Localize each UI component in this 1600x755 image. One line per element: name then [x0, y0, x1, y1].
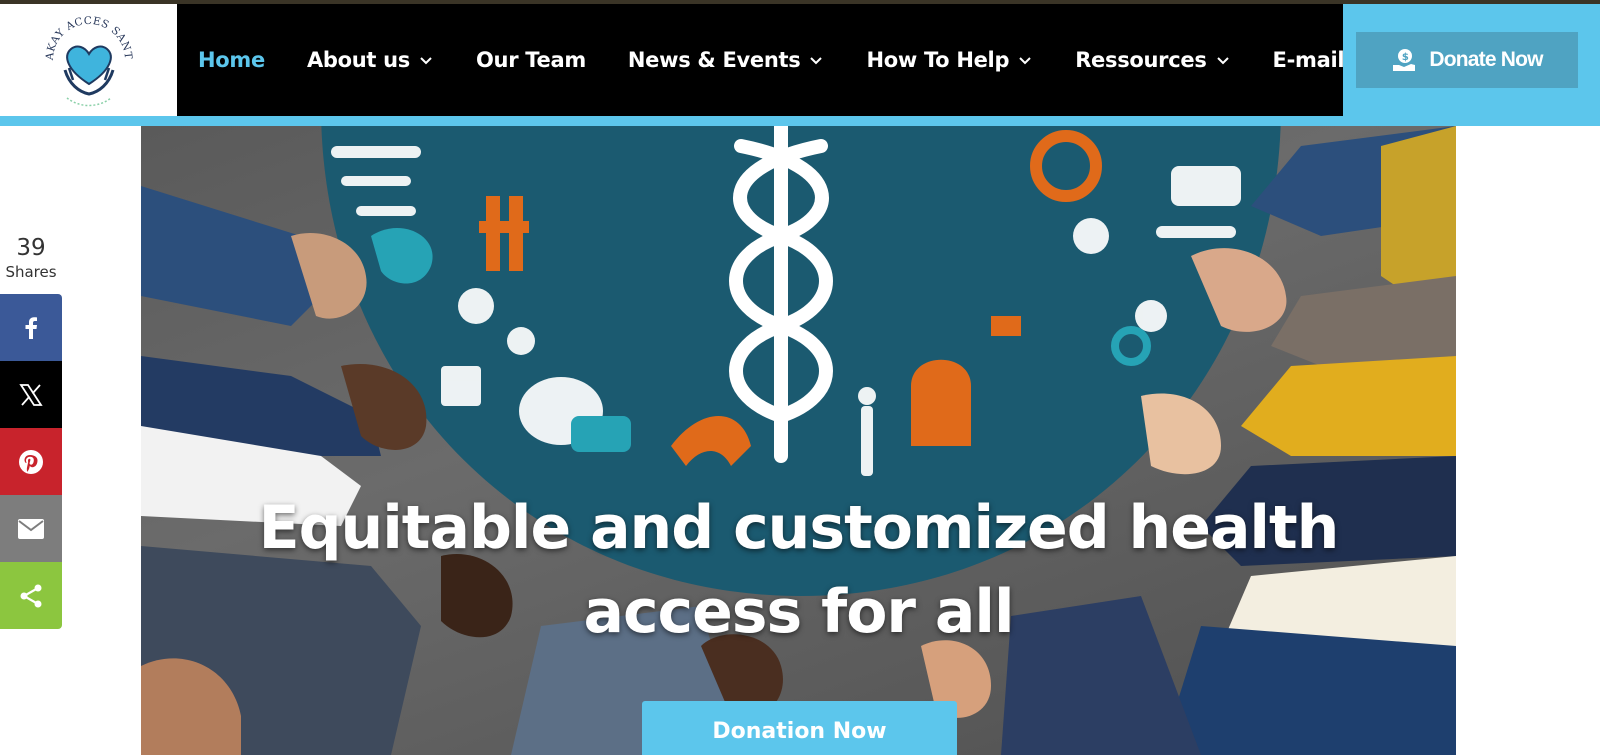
nav-about-us[interactable]: About us — [307, 48, 434, 72]
hero-background-image — [141, 126, 1456, 755]
svg-text:$: $ — [1402, 52, 1409, 63]
nav-email-label: E-mail — [1272, 48, 1345, 72]
nav-our-team[interactable]: Our Team — [476, 48, 586, 72]
logo-heart-hands-icon: LAKAY ACCES SANTE — [39, 10, 133, 107]
nav-email[interactable]: E-mail — [1273, 48, 1345, 72]
hero-title: Equitable and customized health access f… — [181, 486, 1416, 654]
donation-now-label: Donation Now — [712, 718, 887, 744]
share-count-label: Shares — [5, 263, 57, 281]
chevron-down-icon — [1019, 57, 1031, 65]
chevron-down-icon — [1216, 57, 1229, 65]
donate-now-label: Donate Now — [1429, 48, 1543, 71]
hero-title-line-2: access for all — [583, 577, 1014, 647]
nav-ressources-label: Ressources — [1075, 48, 1207, 72]
share-pinterest-button[interactable] — [0, 428, 62, 495]
hero-title-line-1: Equitable and customized health — [258, 493, 1340, 563]
nav-our-team-label: Our Team — [476, 48, 586, 72]
site-logo[interactable]: LAKAY ACCES SANTE — [0, 4, 177, 116]
nav-ressources[interactable]: Ressources — [1075, 48, 1230, 72]
site-header: LAKAY ACCES SANTE Home About us Our Team… — [0, 4, 1600, 126]
facebook-icon — [25, 316, 37, 339]
nav-how-to-help-label: How To Help — [866, 48, 1010, 72]
share-count-number: 39 — [16, 235, 46, 261]
pinterest-icon — [19, 449, 43, 474]
nav-how-to-help[interactable]: How To Help — [866, 48, 1033, 72]
share-count: 39 Shares — [0, 234, 62, 282]
share-email-button[interactable] — [0, 495, 62, 562]
share-x-button[interactable] — [0, 361, 62, 428]
nav-news-events[interactable]: News & Events — [628, 48, 825, 72]
nav-about-us-label: About us — [306, 48, 410, 72]
chevron-down-icon — [810, 57, 823, 65]
social-share-bar: 39 Shares — [0, 234, 62, 629]
chevron-down-icon — [420, 57, 432, 65]
share-facebook-button[interactable] — [0, 294, 62, 361]
nav-home[interactable]: Home — [198, 48, 265, 72]
donation-now-button[interactable]: Donation Now — [642, 701, 957, 755]
hero-banner: Equitable and customized health access f… — [141, 126, 1456, 755]
nav-news-events-label: News & Events — [627, 48, 801, 72]
nav-home-label: Home — [198, 48, 265, 72]
share-more-button[interactable] — [0, 562, 62, 629]
share-icon — [20, 584, 42, 607]
donate-now-button[interactable]: $ Donate Now — [1356, 32, 1578, 88]
x-icon — [19, 383, 43, 406]
main-nav: Home About us Our Team News & Events How… — [177, 4, 1345, 116]
donation-hand-coin-icon: $ — [1393, 49, 1416, 71]
email-icon — [18, 518, 44, 539]
